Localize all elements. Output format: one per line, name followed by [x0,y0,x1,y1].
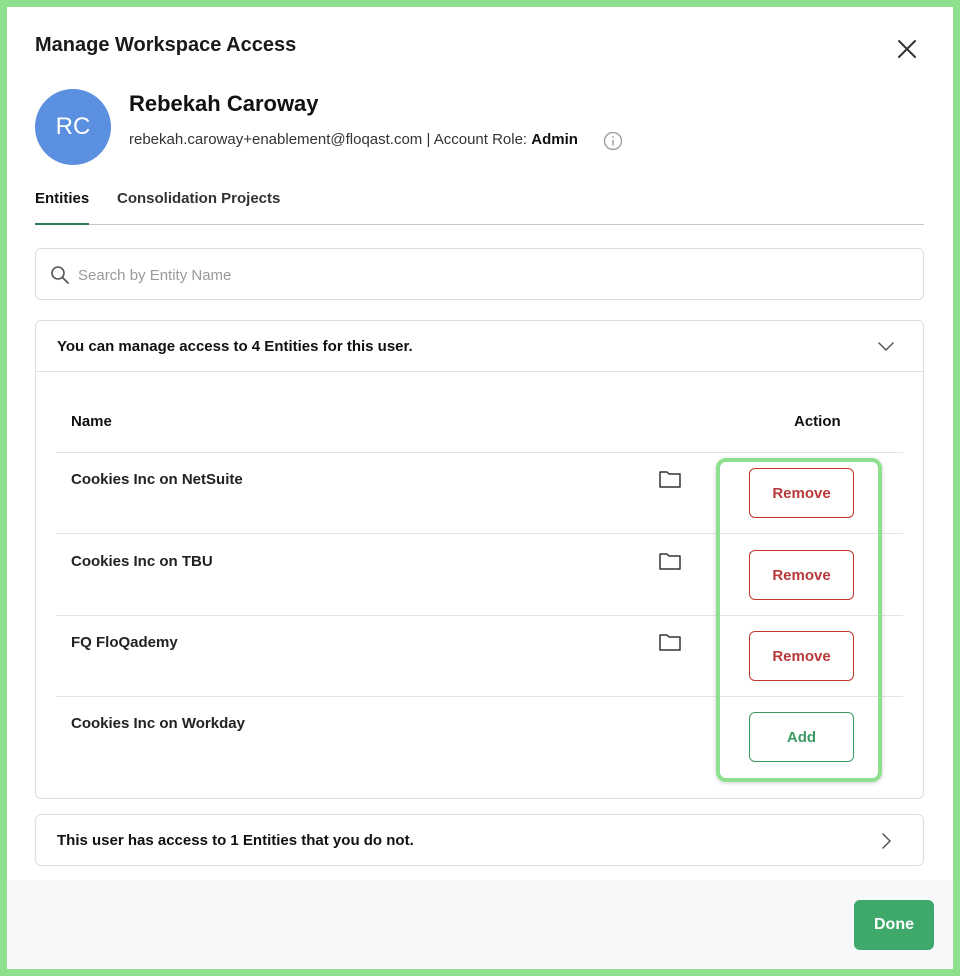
search-input[interactable] [78,261,898,289]
search-icon [51,266,69,284]
user-email: rebekah.caroway+enablement@floqast.com [129,131,423,148]
search-box [35,248,924,300]
entity-name: FQ FloQademy [71,634,178,651]
table-row: Cookies Inc on TBU Remove [56,535,903,616]
entities-panel-header[interactable]: You can manage access to 4 Entities for … [36,321,923,372]
tab-consolidation-projects[interactable]: Consolidation Projects [117,189,280,225]
column-header-name: Name [71,413,112,430]
info-icon[interactable] [603,131,623,151]
done-button[interactable]: Done [854,900,934,950]
entity-name: Cookies Inc on NetSuite [71,471,243,488]
folder-icon[interactable] [658,469,682,489]
close-icon[interactable] [895,37,919,61]
modal-title: Manage Workspace Access [35,34,297,56]
role-label: | Account Role: [422,131,532,148]
other-access-panel[interactable]: This user has access to 1 Entities that … [35,814,924,866]
user-name: Rebekah Caroway [129,91,319,116]
table-row: FQ FloQademy Remove [56,616,903,697]
tab-entities[interactable]: Entities [35,189,90,225]
entity-name: Cookies Inc on Workday [71,715,245,732]
manage-access-modal: Manage Workspace Access RC Rebekah Carow… [7,7,953,969]
account-role: Admin [531,131,578,148]
column-header-action: Action [794,413,841,430]
row-divider [56,533,607,534]
avatar: RC [35,89,111,165]
add-button[interactable]: Add [749,712,854,762]
tab-bar: Entities Consolidation Projects [35,189,924,225]
remove-button[interactable]: Remove [749,550,854,600]
other-access-text: This user has access to 1 Entities that … [57,832,414,849]
entities-panel: You can manage access to 4 Entities for … [35,320,924,799]
chevron-down-icon[interactable] [876,336,896,356]
remove-button[interactable]: Remove [749,631,854,681]
entity-name: Cookies Inc on TBU [71,553,213,570]
table-row: Cookies Inc on Workday Add [56,697,903,778]
folder-icon[interactable] [658,551,682,571]
user-meta: rebekah.caroway+enablement@floqast.com |… [129,131,578,148]
modal-footer: Done [7,880,953,969]
row-divider [607,533,903,534]
remove-button[interactable]: Remove [749,468,854,518]
entities-panel-summary: You can manage access to 4 Entities for … [57,338,413,355]
table-row: Cookies Inc on NetSuite Remove [56,453,903,534]
folder-icon[interactable] [658,632,682,652]
chevron-right-icon[interactable] [876,831,896,851]
